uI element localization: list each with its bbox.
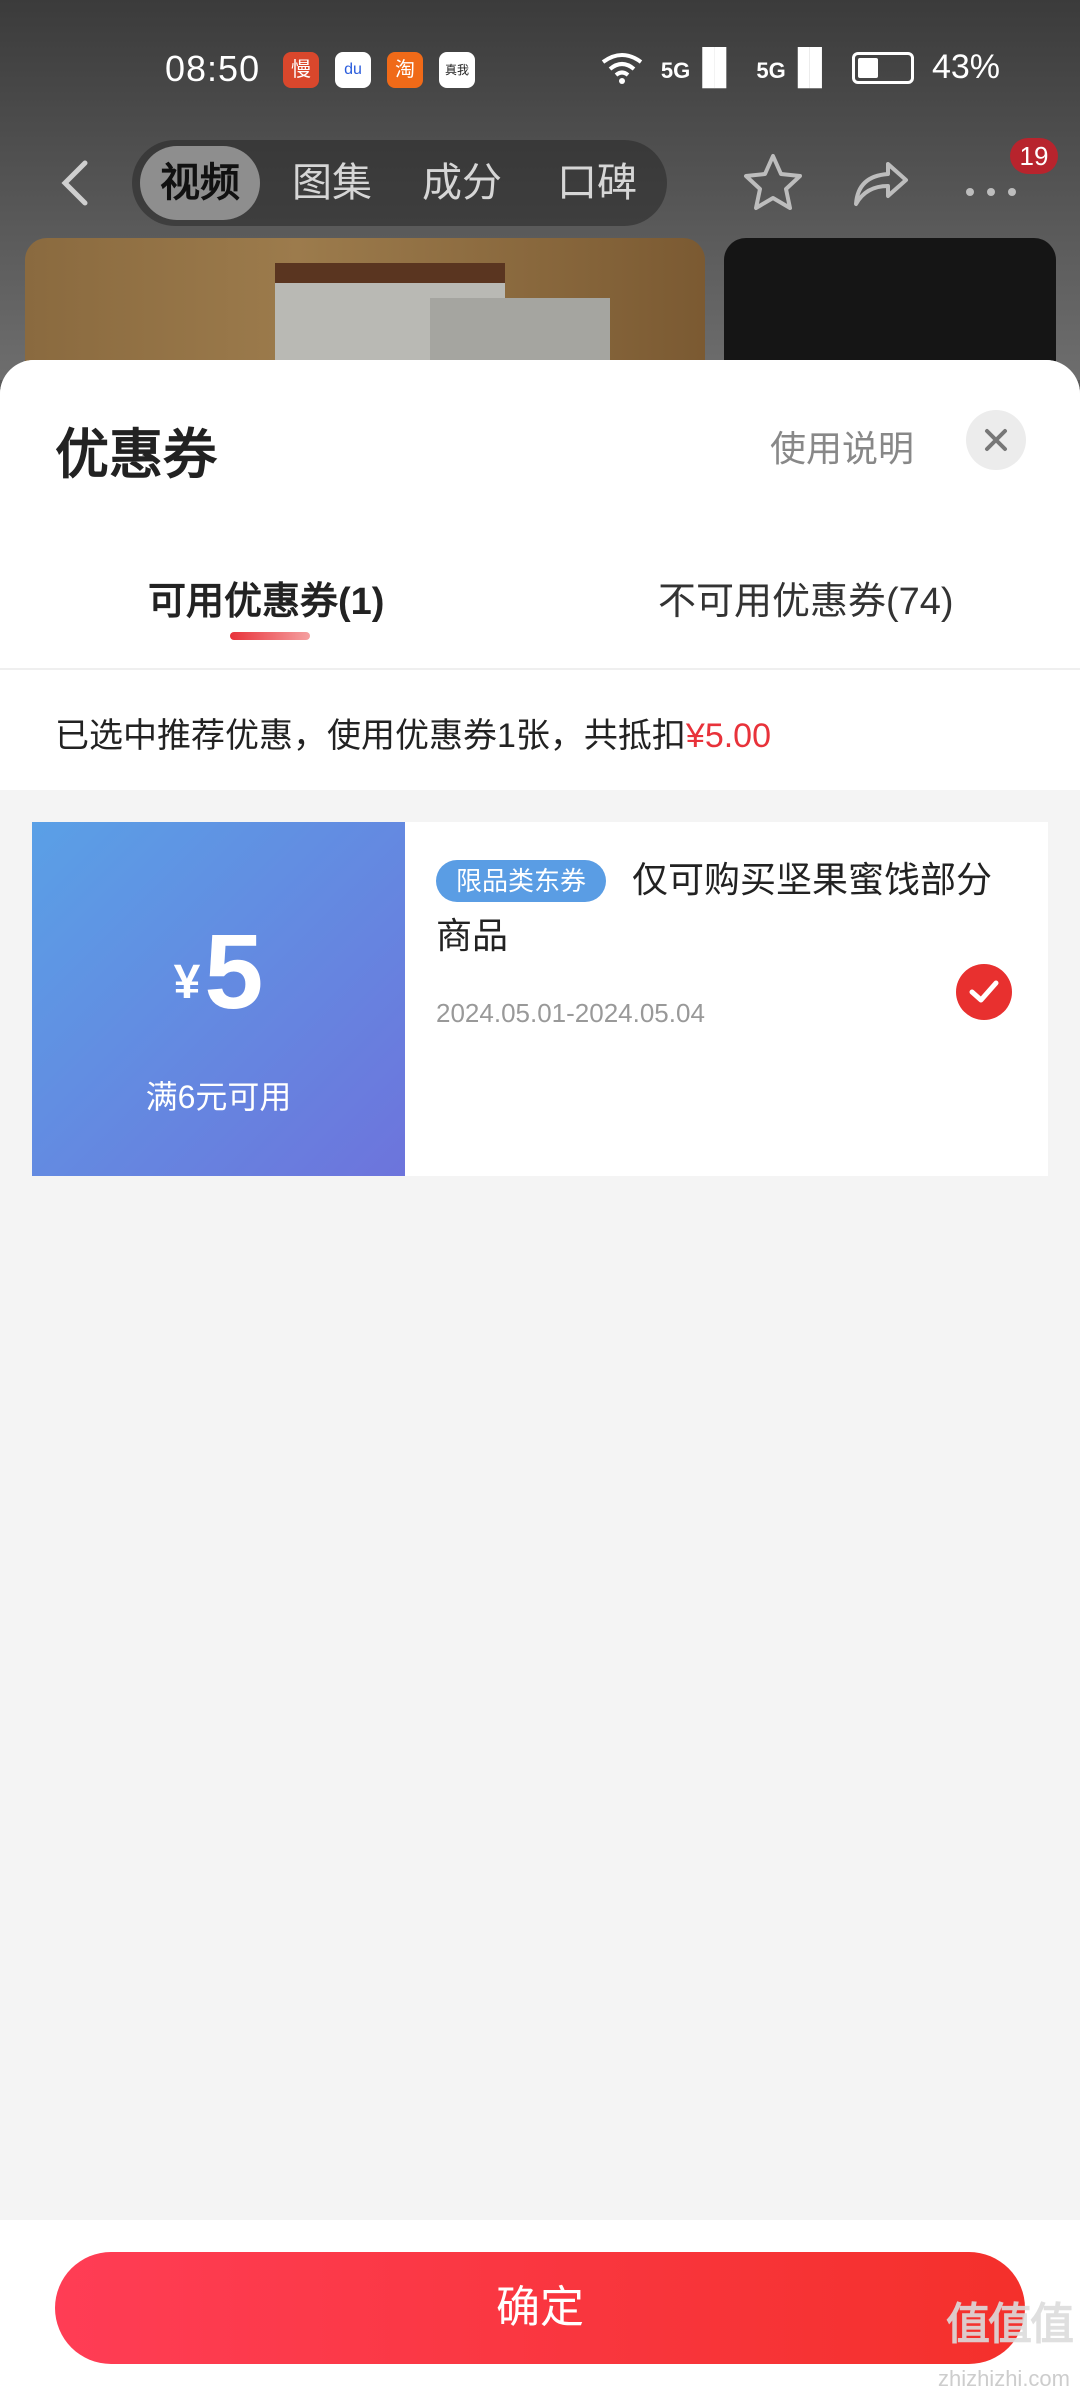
coupon-condition: 满6元可用	[145, 1079, 292, 1115]
coupon-description: 仅可购买坚果蜜饯部分商品	[436, 859, 993, 956]
coupon-card[interactable]: ¥5 满6元可用 限品类东券 仅可购买坚果蜜饯部分商品 2024.05.01-2…	[24, 822, 1048, 1176]
app-icon-realme: 真我	[439, 52, 475, 88]
product-nav-bar: 视频 图集 成分 口碑 19	[0, 138, 1080, 228]
signal-icon-2: 5G▐▌	[756, 48, 834, 86]
app-icon-man: 慢	[283, 52, 319, 88]
coupon-value-panel: ¥5 满6元可用	[24, 822, 405, 1176]
coupon-date-range: 2024.05.01-2024.05.04	[436, 998, 705, 1028]
tab-unavailable-coupons[interactable]: 不可用优惠券(74)	[658, 570, 954, 625]
battery-icon	[851, 51, 914, 84]
close-button[interactable]	[966, 410, 1026, 470]
tab-gallery[interactable]: 图集	[292, 140, 372, 226]
close-icon	[985, 429, 1007, 451]
product-box-lid	[275, 263, 505, 283]
tab-video[interactable]: 视频	[140, 146, 260, 220]
selection-summary: 已选中推荐优惠，使用优惠券1张，共抵扣¥5.00	[0, 670, 1080, 790]
notification-badge: 19	[1010, 138, 1058, 174]
tab-ingredients[interactable]: 成分	[422, 140, 502, 226]
coupon-currency: ¥	[173, 956, 201, 1009]
watermark-logo: 值值值	[946, 2300, 1074, 2349]
status-time: 08:50	[165, 48, 261, 89]
summary-amount: ¥5.00	[685, 717, 772, 755]
app-icon-baidu: du	[335, 52, 371, 88]
summary-prefix: 已选中推荐优惠，使用优惠券1张，共抵扣	[55, 717, 686, 755]
tab-reviews[interactable]: 口碑	[557, 140, 637, 226]
status-bar: 08:50 慢 du 淘 真我 5G▐▌ 5G▐▌ 43%	[0, 0, 1080, 140]
sheet-header: 优惠券 使用说明 可用优惠券(1) 不可用优惠券(74)	[0, 360, 1080, 670]
tab-available-coupons[interactable]: 可用优惠券(1)	[148, 570, 384, 625]
watermark-site: zhizhizhi.com	[937, 2366, 1070, 2391]
back-icon[interactable]	[55, 158, 95, 208]
media-tabs: 视频 图集 成分 口碑	[132, 140, 667, 226]
app-icon-taobao: 淘	[387, 52, 423, 88]
signal-icon-1: 5G▐▌	[660, 48, 739, 86]
coupon-amount: 5	[204, 913, 264, 1031]
coupon-value: ¥5	[32, 912, 405, 1033]
star-icon[interactable]	[740, 150, 806, 216]
selected-check-icon[interactable]	[956, 964, 1012, 1020]
active-tab-indicator	[230, 632, 310, 640]
battery-percent: 43%	[931, 48, 1000, 86]
status-indicators: 5G▐▌ 5G▐▌ 43%	[601, 48, 1000, 87]
confirm-button[interactable]: 确定	[55, 2252, 1025, 2364]
wifi-icon	[601, 52, 643, 84]
usage-instructions-link[interactable]: 使用说明	[770, 420, 914, 472]
summary-text: 已选中推荐优惠，使用优惠券1张，共抵扣¥5.00	[55, 708, 771, 757]
sheet-title: 优惠券	[55, 425, 217, 485]
sheet-footer: 确定 值值值 zhizhizhi.com	[0, 2220, 1080, 2400]
share-icon[interactable]	[848, 150, 914, 216]
coupon-sheet: 优惠券 使用说明 可用优惠券(1) 不可用优惠券(74) 已选中推荐优惠，使用优…	[0, 360, 1080, 2400]
